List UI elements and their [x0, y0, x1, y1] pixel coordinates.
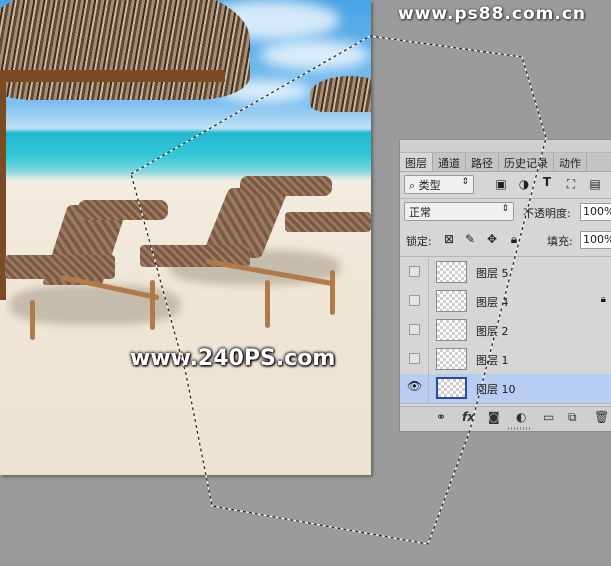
lasso-selection-outline — [130, 35, 547, 545]
